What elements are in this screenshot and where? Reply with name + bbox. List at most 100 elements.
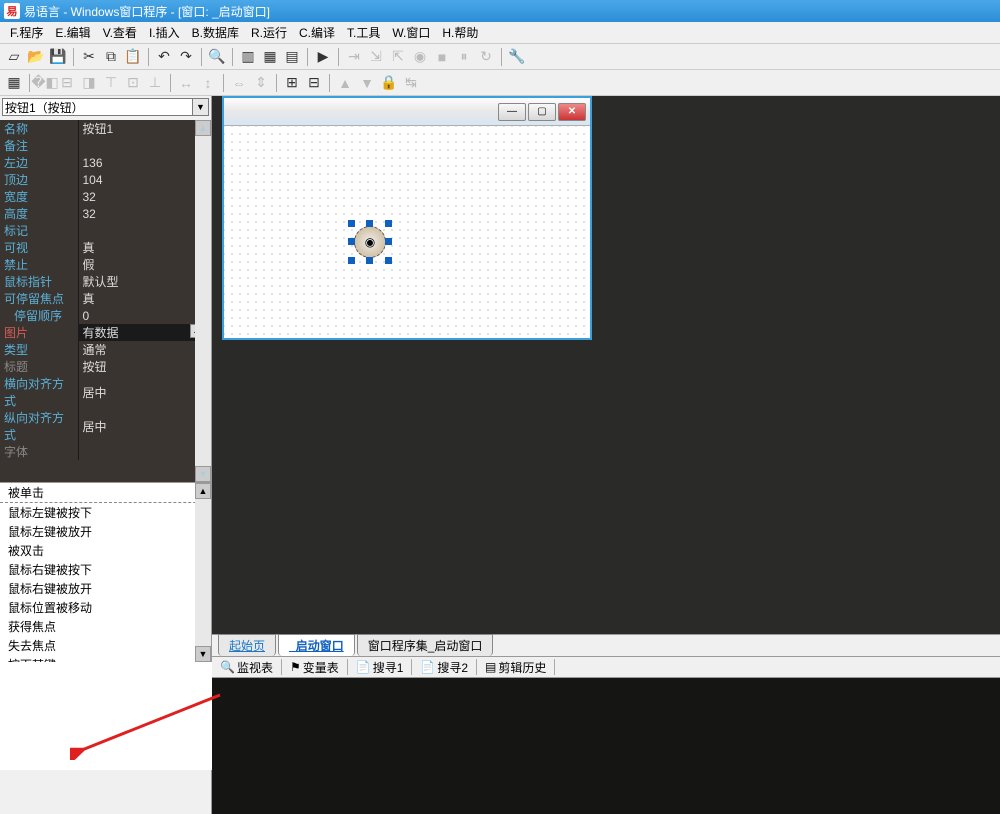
menu-compile[interactable]: C.编译 xyxy=(293,22,341,43)
menu-window[interactable]: W.窗口 xyxy=(386,22,436,43)
tab-order-icon[interactable]: ↹ xyxy=(401,73,421,93)
align-middle-icon[interactable]: ⊡ xyxy=(123,73,143,93)
copy-icon[interactable]: ⧉ xyxy=(101,47,121,67)
resize-handle[interactable] xyxy=(385,257,392,264)
event-item[interactable]: 获得焦点 xyxy=(0,617,211,636)
resize-handle[interactable] xyxy=(385,220,392,227)
property-row[interactable]: 高度32 xyxy=(0,205,211,222)
maximize-icon[interactable]: ▢ xyxy=(528,103,556,121)
property-value[interactable]: 32 xyxy=(78,205,211,222)
align-right-icon[interactable]: ◨ xyxy=(79,73,99,93)
property-row[interactable]: 顶边104 xyxy=(0,171,211,188)
tab-window-module[interactable]: 窗口程序集_启动窗口 xyxy=(357,634,494,656)
property-row[interactable]: 标题按钮 xyxy=(0,358,211,375)
event-item[interactable]: 鼠标右键被放开 xyxy=(0,579,211,598)
property-row[interactable]: 名称按钮1 xyxy=(0,120,211,137)
resize-handle[interactable] xyxy=(348,220,355,227)
hspace-icon[interactable]: ⇔ xyxy=(229,73,249,93)
layout1-icon[interactable]: ▥ xyxy=(238,47,258,67)
property-value[interactable]: 居中 xyxy=(78,409,211,443)
property-grid[interactable]: 名称按钮1备注左边136顶边104宽度32高度32标记可视真禁止假鼠标指针默认型… xyxy=(0,120,211,482)
tab-start-page[interactable]: 起始页 xyxy=(218,634,276,656)
property-row[interactable]: 标记 xyxy=(0,222,211,239)
scroll-down-icon[interactable]: ▼ xyxy=(195,466,211,482)
run-icon[interactable]: ▶ xyxy=(313,47,333,67)
property-value[interactable]: 0 xyxy=(78,307,211,324)
event-item[interactable]: 鼠标位置被移动 xyxy=(0,598,211,617)
save-file-icon[interactable]: 💾 xyxy=(48,47,68,67)
tab-watch[interactable]: 🔍监视表 xyxy=(216,659,277,676)
event-item[interactable]: 被双击 xyxy=(0,541,211,560)
same-height-icon[interactable]: ↕ xyxy=(198,73,218,93)
property-value[interactable]: 有数据… xyxy=(78,324,211,341)
help-icon[interactable]: 🔧 xyxy=(507,47,527,67)
continue-icon[interactable]: ↻ xyxy=(476,47,496,67)
property-row[interactable]: 停留顺序0 xyxy=(0,307,211,324)
menu-view[interactable]: V.查看 xyxy=(97,22,143,43)
property-value[interactable]: 136 xyxy=(78,154,211,171)
property-value[interactable] xyxy=(78,443,211,460)
pause-icon[interactable]: ⏸ xyxy=(454,47,474,67)
prop-scrollbar[interactable]: ▲ ▼ xyxy=(195,120,211,482)
scroll-up-icon[interactable]: ▲ xyxy=(195,483,211,499)
form-client[interactable]: ◉ xyxy=(224,126,590,338)
layout3-icon[interactable]: ▤ xyxy=(282,47,302,67)
tab-variables[interactable]: ⚑变量表 xyxy=(286,659,343,676)
grid-icon[interactable]: ▦ xyxy=(4,73,24,93)
menu-insert[interactable]: I.插入 xyxy=(143,22,186,43)
event-item[interactable]: 被单击 xyxy=(0,483,211,503)
dropdown-icon[interactable]: ▼ xyxy=(193,98,209,116)
property-row[interactable]: 备注 xyxy=(0,137,211,154)
property-value[interactable]: 假 xyxy=(78,256,211,273)
align-top-icon[interactable]: ⊤ xyxy=(101,73,121,93)
tab-clipboard[interactable]: ▤剪辑历史 xyxy=(481,659,550,676)
property-value[interactable]: 按钮1 xyxy=(78,120,211,137)
event-item[interactable]: 鼠标左键被放开 xyxy=(0,522,211,541)
property-row[interactable]: 横向对齐方式居中 xyxy=(0,375,211,409)
step-into-icon[interactable]: ⇲ xyxy=(366,47,386,67)
breakpoint-icon[interactable]: ◉ xyxy=(410,47,430,67)
property-row[interactable]: 字体 xyxy=(0,443,211,460)
menu-database[interactable]: B.数据库 xyxy=(186,22,245,43)
menu-run[interactable]: R.运行 xyxy=(245,22,293,43)
undo-icon[interactable]: ↶ xyxy=(154,47,174,67)
property-value[interactable]: 通常 xyxy=(78,341,211,358)
resize-handle[interactable] xyxy=(366,257,373,264)
event-item[interactable]: 按下某键 xyxy=(0,655,211,662)
resize-handle[interactable] xyxy=(348,257,355,264)
property-row[interactable]: 可停留焦点真 xyxy=(0,290,211,307)
layout2-icon[interactable]: ▦ xyxy=(260,47,280,67)
selected-button-control[interactable]: ◉ xyxy=(350,222,390,262)
resize-handle[interactable] xyxy=(385,238,392,245)
new-file-icon[interactable]: ▱ xyxy=(4,47,24,67)
property-value[interactable]: 默认型 xyxy=(78,273,211,290)
property-row[interactable]: 纵向对齐方式居中 xyxy=(0,409,211,443)
property-value[interactable]: 按钮 xyxy=(78,358,211,375)
menu-program[interactable]: F.程序 xyxy=(4,22,49,43)
property-value[interactable] xyxy=(78,222,211,239)
property-value[interactable] xyxy=(78,137,211,154)
stop-icon[interactable]: ■ xyxy=(432,47,452,67)
resize-handle[interactable] xyxy=(366,220,373,227)
event-list[interactable]: 被单击鼠标左键被按下鼠标左键被放开被双击鼠标右键被按下鼠标右键被放开鼠标位置被移… xyxy=(0,482,211,662)
event-item[interactable]: 鼠标右键被按下 xyxy=(0,560,211,579)
property-value[interactable]: 104 xyxy=(78,171,211,188)
property-row[interactable]: 类型通常 xyxy=(0,341,211,358)
vspace-icon[interactable]: ⇕ xyxy=(251,73,271,93)
property-value[interactable]: 32 xyxy=(78,188,211,205)
same-width-icon[interactable]: ↔ xyxy=(176,73,196,93)
align-center-icon[interactable]: ⊟ xyxy=(57,73,77,93)
property-value[interactable]: 真 xyxy=(78,239,211,256)
align-left-icon[interactable]: �◧ xyxy=(35,73,55,93)
align-bottom-icon[interactable]: ⊥ xyxy=(145,73,165,93)
property-row[interactable]: 鼠标指针默认型 xyxy=(0,273,211,290)
property-row[interactable]: 图片有数据… xyxy=(0,324,211,341)
object-selector-input[interactable] xyxy=(2,98,193,116)
menu-edit[interactable]: E.编辑 xyxy=(49,22,96,43)
event-item[interactable]: 失去焦点 xyxy=(0,636,211,655)
cut-icon[interactable]: ✂ xyxy=(79,47,99,67)
find-icon[interactable]: 🔍 xyxy=(207,47,227,67)
step-over-icon[interactable]: ⇥ xyxy=(344,47,364,67)
object-selector[interactable]: ▼ xyxy=(2,98,209,118)
property-row[interactable]: 左边136 xyxy=(0,154,211,171)
